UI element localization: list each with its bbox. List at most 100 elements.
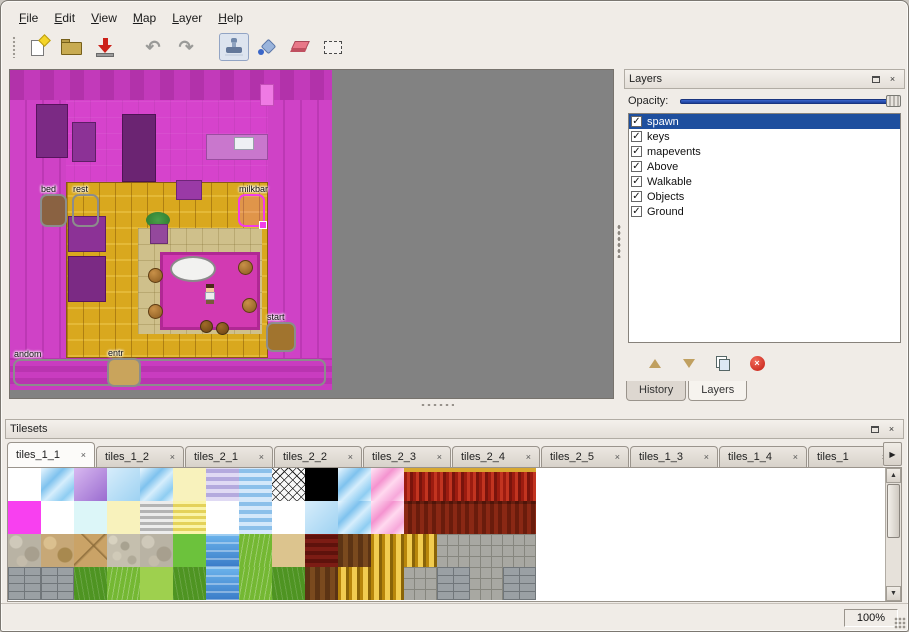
- tile[interactable]: [305, 567, 338, 600]
- panel-tab[interactable]: History: [626, 381, 686, 401]
- menu-item[interactable]: File: [11, 8, 46, 28]
- tileset-tab[interactable]: tiles_1_3 ×: [630, 446, 718, 467]
- tile[interactable]: [404, 567, 437, 600]
- tileset-tab[interactable]: tiles_2_2 ×: [274, 446, 362, 467]
- duplicate-layer-button[interactable]: [712, 353, 734, 373]
- tile[interactable]: [305, 534, 338, 567]
- map-view[interactable]: bed rest milkbar start andom entr: [9, 69, 614, 399]
- tile[interactable]: [140, 567, 173, 600]
- tile[interactable]: [338, 468, 371, 501]
- tile[interactable]: [503, 534, 536, 567]
- tile[interactable]: [404, 501, 437, 534]
- close-tab-icon[interactable]: ×: [81, 450, 86, 460]
- map-object[interactable]: entr: [107, 358, 141, 387]
- tile[interactable]: [272, 534, 305, 567]
- tile[interactable]: [338, 567, 371, 600]
- new-map-button[interactable]: [24, 33, 54, 61]
- save-map-button[interactable]: [90, 33, 120, 61]
- tile[interactable]: [107, 468, 140, 501]
- eraser-button[interactable]: [285, 33, 315, 61]
- tile[interactable]: [470, 501, 503, 534]
- tile[interactable]: [305, 468, 338, 501]
- tile[interactable]: [41, 468, 74, 501]
- redo-button[interactable]: ↷: [171, 33, 201, 61]
- opacity-slider-handle[interactable]: [886, 95, 901, 107]
- tile[interactable]: [239, 534, 272, 567]
- tileset-view[interactable]: ▲ ▼: [7, 468, 902, 602]
- map-object[interactable]: bed: [40, 194, 67, 227]
- tile[interactable]: [437, 567, 470, 600]
- rect-select-button[interactable]: [318, 33, 348, 61]
- tile[interactable]: [107, 534, 140, 567]
- tile[interactable]: [338, 534, 371, 567]
- scroll-down-button[interactable]: ▼: [886, 586, 901, 601]
- tile[interactable]: [8, 468, 41, 501]
- tile[interactable]: [74, 534, 107, 567]
- tile[interactable]: [437, 534, 470, 567]
- tile[interactable]: [437, 468, 470, 501]
- horizontal-splitter[interactable]: [9, 399, 614, 411]
- tile[interactable]: [107, 567, 140, 600]
- layer-row[interactable]: ✓ Above: [629, 159, 900, 174]
- tile[interactable]: [371, 468, 404, 501]
- tile[interactable]: [140, 501, 173, 534]
- layer-row[interactable]: ✓ mapevents: [629, 144, 900, 159]
- tile[interactable]: [173, 567, 206, 600]
- layer-visibility-checkbox[interactable]: ✓: [631, 146, 642, 157]
- menu-item[interactable]: View: [83, 8, 125, 28]
- tile[interactable]: [371, 501, 404, 534]
- opacity-slider[interactable]: [680, 94, 901, 108]
- tile[interactable]: [206, 534, 239, 567]
- close-tab-icon[interactable]: ×: [437, 452, 442, 462]
- panel-tab[interactable]: Layers: [688, 381, 747, 401]
- open-map-button[interactable]: [57, 33, 87, 61]
- tile[interactable]: [503, 468, 536, 501]
- lower-layer-button[interactable]: [678, 353, 700, 373]
- tileset-tab[interactable]: tiles_1_2 ×: [96, 446, 184, 467]
- close-panel-button[interactable]: ×: [884, 422, 899, 436]
- toolbar-grip[interactable]: [12, 36, 17, 58]
- tile[interactable]: [404, 534, 437, 567]
- tile[interactable]: [8, 567, 41, 600]
- layer-row[interactable]: ✓ Ground: [629, 204, 900, 219]
- tile[interactable]: [272, 567, 305, 600]
- tileset-tab[interactable]: tiles_2_5 ×: [541, 446, 629, 467]
- tileset-scrollbar[interactable]: ▲ ▼: [885, 468, 901, 601]
- tile[interactable]: [239, 468, 272, 501]
- close-panel-button[interactable]: ×: [885, 72, 900, 86]
- tile[interactable]: [503, 567, 536, 600]
- tile[interactable]: [470, 567, 503, 600]
- tile[interactable]: [239, 501, 272, 534]
- tile[interactable]: [173, 468, 206, 501]
- tile[interactable]: [140, 534, 173, 567]
- close-tab-icon[interactable]: ×: [615, 452, 620, 462]
- tile[interactable]: [338, 501, 371, 534]
- layer-row[interactable]: ✓ spawn: [629, 114, 900, 129]
- menu-item[interactable]: Map: [125, 8, 164, 28]
- layer-visibility-checkbox[interactable]: ✓: [631, 116, 642, 127]
- tileset-tab[interactable]: tiles_2_4 ×: [452, 446, 540, 467]
- tile[interactable]: [206, 468, 239, 501]
- tile[interactable]: [206, 567, 239, 600]
- tileset-tab[interactable]: tiles_2_1 ×: [185, 446, 273, 467]
- layer-visibility-checkbox[interactable]: ✓: [631, 191, 642, 202]
- tile[interactable]: [371, 567, 404, 600]
- layer-visibility-checkbox[interactable]: ✓: [631, 131, 642, 142]
- tile[interactable]: [404, 468, 437, 501]
- tileset-tab[interactable]: tiles_1 ×: [808, 446, 883, 467]
- scrollbar-track[interactable]: [886, 483, 901, 586]
- tile[interactable]: [437, 501, 470, 534]
- tile[interactable]: [173, 534, 206, 567]
- map[interactable]: bed rest milkbar start andom entr: [10, 70, 332, 390]
- tile[interactable]: [41, 534, 74, 567]
- map-object[interactable]: andom: [13, 359, 326, 386]
- layer-visibility-checkbox[interactable]: ✓: [631, 206, 642, 217]
- tile[interactable]: [41, 501, 74, 534]
- tile[interactable]: [173, 501, 206, 534]
- scroll-up-button[interactable]: ▲: [886, 468, 901, 483]
- tile[interactable]: [107, 501, 140, 534]
- tile[interactable]: [470, 468, 503, 501]
- tile[interactable]: [74, 468, 107, 501]
- tile[interactable]: [239, 567, 272, 600]
- tile[interactable]: [8, 534, 41, 567]
